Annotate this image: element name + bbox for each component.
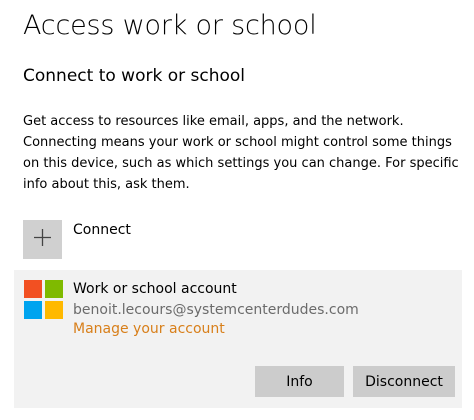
account-panel[interactable]: Work or school account benoit.lecours@sy…: [14, 270, 462, 408]
connect-button[interactable]: Connect: [23, 220, 131, 259]
logo-yellow-square: [45, 301, 63, 319]
logo-red-square: [24, 280, 42, 298]
logo-blue-square: [24, 301, 42, 319]
account-email: benoit.lecours@systemcenterdudes.com: [73, 302, 359, 318]
info-button[interactable]: Info: [255, 366, 344, 397]
section-description: Get access to resources like email, apps…: [23, 114, 459, 192]
connect-tile[interactable]: [23, 220, 62, 259]
connect-label[interactable]: Connect: [73, 222, 131, 238]
microsoft-logo-icon: [24, 280, 63, 319]
logo-green-square: [45, 280, 63, 298]
page-title: Access work or school: [23, 10, 317, 41]
manage-account-link[interactable]: Manage your account: [73, 321, 225, 337]
settings-page: Access work or school Connect to work or…: [0, 0, 474, 420]
section-title: Connect to work or school: [23, 66, 246, 86]
plus-icon: [34, 229, 51, 250]
disconnect-button[interactable]: Disconnect: [353, 366, 455, 397]
account-name: Work or school account: [73, 281, 237, 297]
